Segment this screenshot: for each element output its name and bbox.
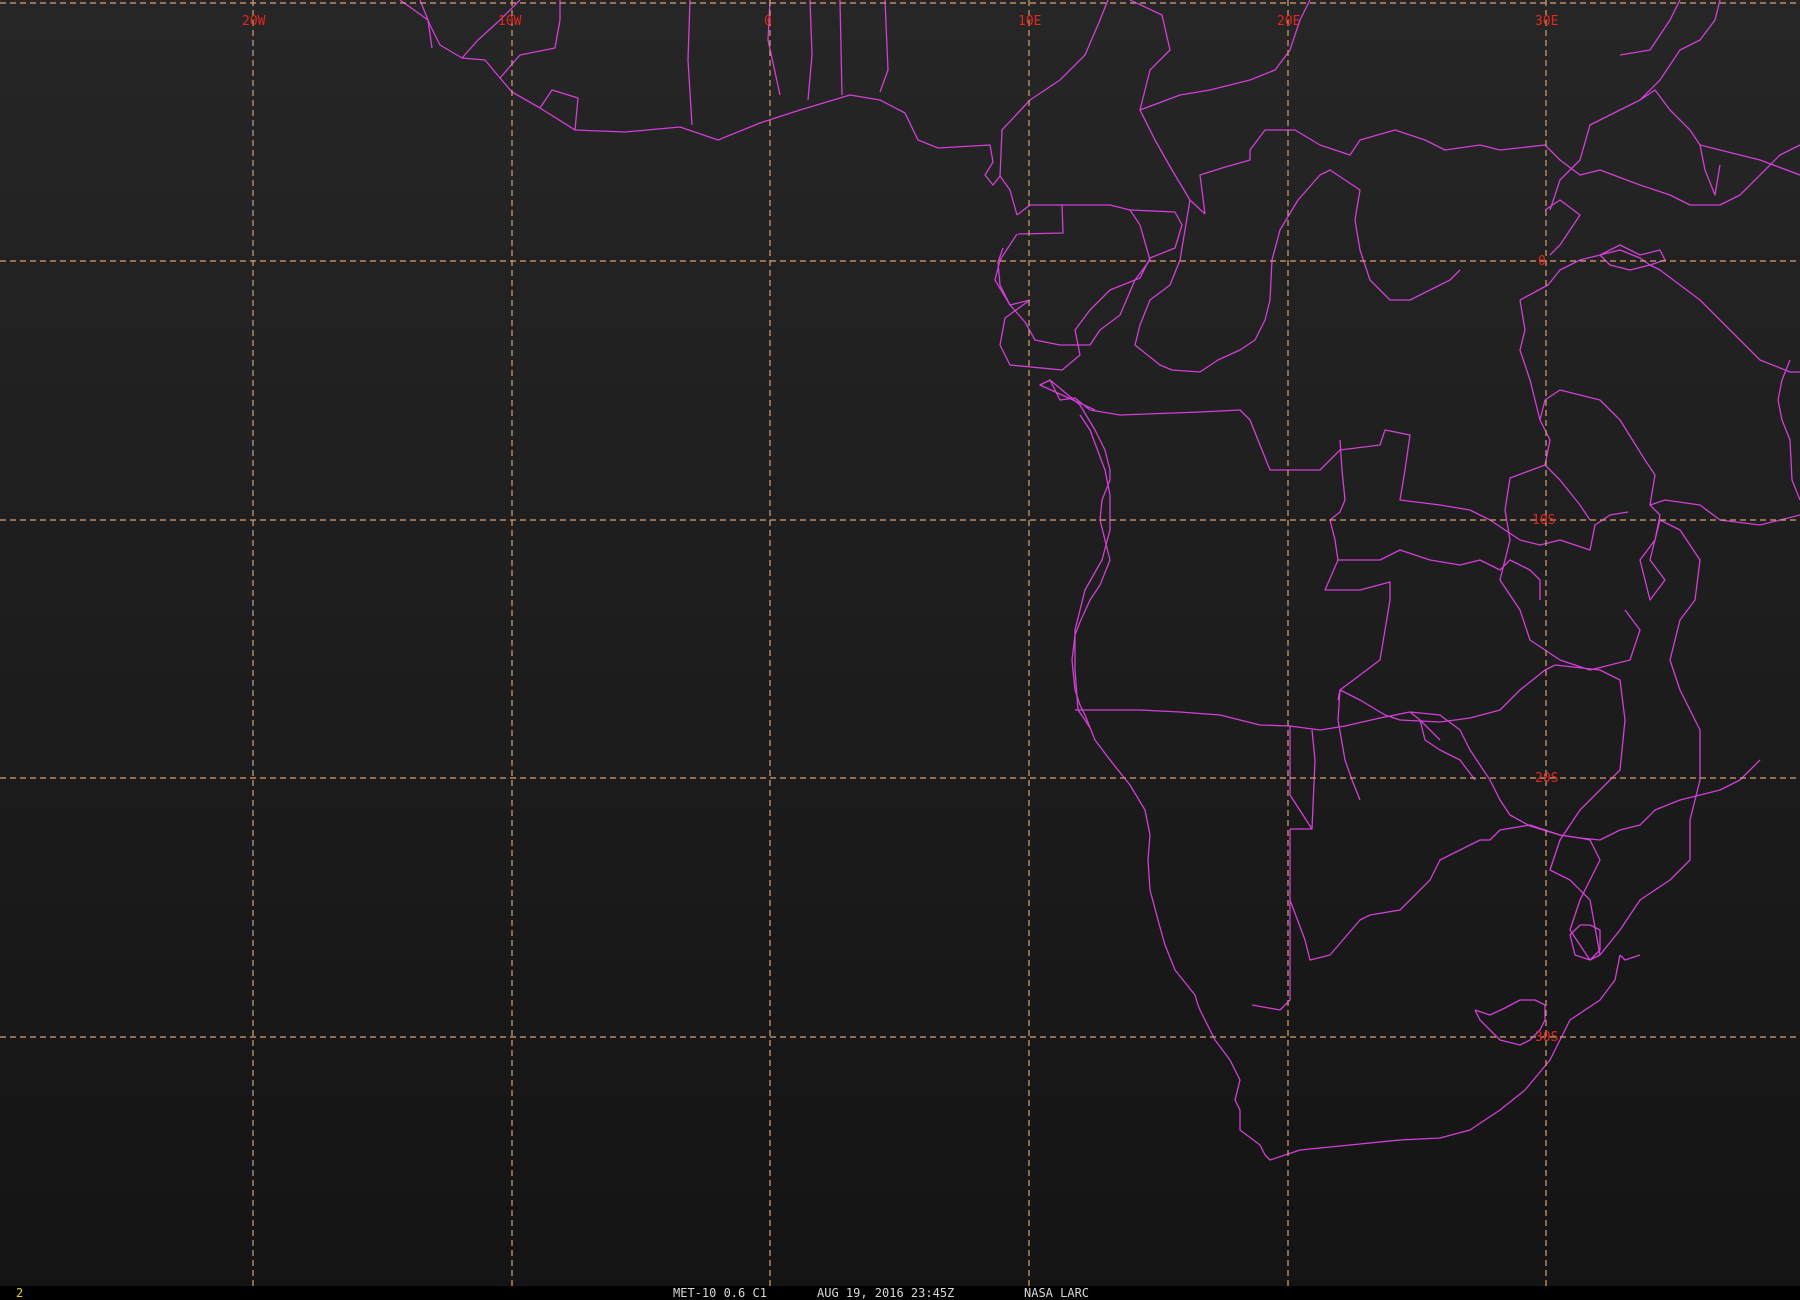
satellite-channel: MET-10 0.6 C1 [673, 1286, 767, 1300]
lon-label-10w: 10W [498, 14, 522, 29]
frame-number: 2 [16, 1286, 24, 1300]
lon-label-0: 0 [764, 14, 772, 29]
status-bar: 2 MET-10 0.6 C1 AUG 19, 2016 23:45Z NASA… [0, 1286, 1800, 1300]
data-source: NASA LARC [1024, 1286, 1090, 1300]
lat-label-0: 0 [1538, 254, 1546, 269]
lat-label-10s: 10S [1532, 513, 1555, 528]
lon-label-10e: 10E [1018, 14, 1041, 29]
image-datetime: AUG 19, 2016 23:45Z [817, 1286, 955, 1300]
lon-label-30e: 30E [1535, 14, 1558, 29]
satellite-map-frame: 20W 10W 0 10E 20E 30E 0 10S 20S 30S 2 ME… [0, 0, 1800, 1300]
lon-label-20w: 20W [242, 14, 266, 29]
imagery-background [0, 0, 1800, 1286]
lat-label-30s: 30S [1535, 1030, 1558, 1045]
lat-label-20s: 20S [1535, 771, 1558, 786]
lon-label-20e: 20E [1277, 14, 1300, 29]
satellite-map: 20W 10W 0 10E 20E 30E 0 10S 20S 30S [0, 0, 1800, 1286]
